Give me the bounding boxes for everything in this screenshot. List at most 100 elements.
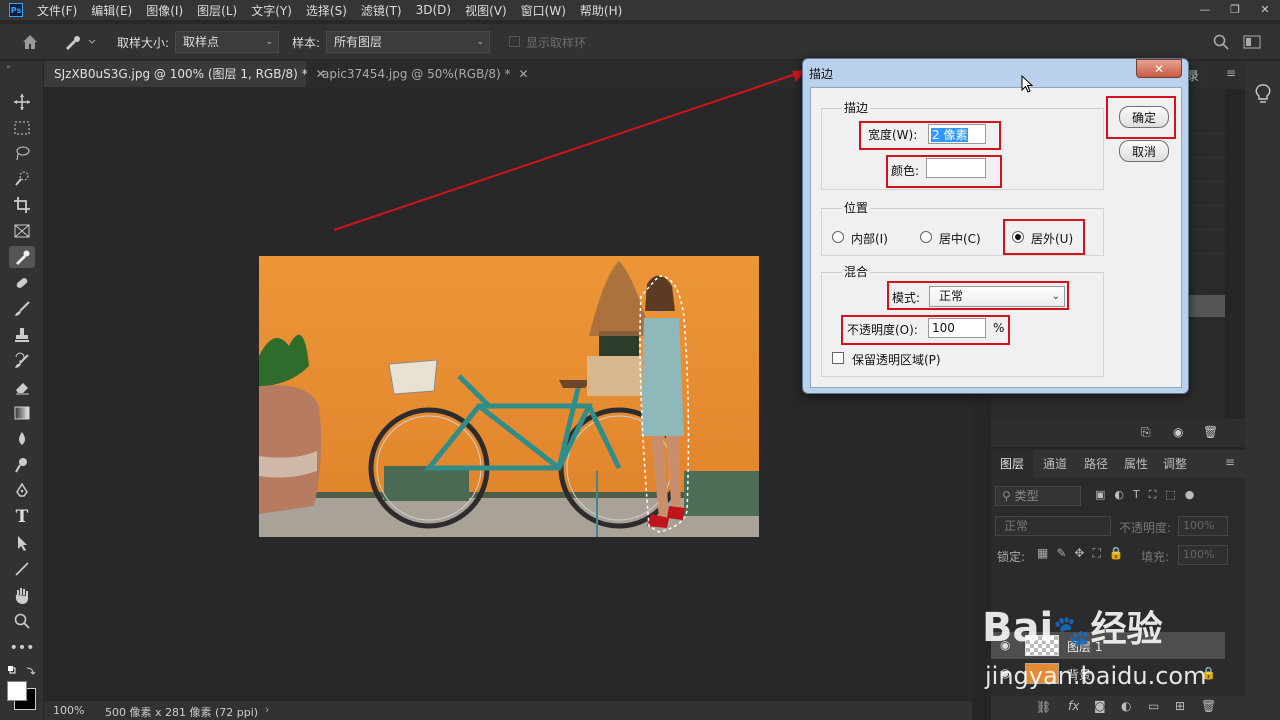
pen-tool-icon[interactable] bbox=[9, 480, 35, 502]
new-layer-icon[interactable]: ⊞ bbox=[1175, 699, 1185, 713]
preserve-transparency-checkbox[interactable] bbox=[832, 352, 844, 364]
opacity-label: 不透明度(O): bbox=[847, 323, 918, 337]
close-window-icon[interactable]: ✕ bbox=[1250, 0, 1280, 18]
foreground-color-swatch[interactable] bbox=[7, 681, 27, 701]
sample-select[interactable]: 所有图层 ⌄ bbox=[326, 31, 490, 53]
menu-layer[interactable]: 图层(L) bbox=[197, 2, 237, 19]
color-swatch[interactable] bbox=[926, 158, 986, 178]
eyedropper-preset-icon[interactable] bbox=[62, 32, 98, 52]
panel-menu-icon[interactable]: ≡ bbox=[1226, 66, 1236, 80]
width-input[interactable]: 2 像素 bbox=[928, 124, 986, 144]
radio-inside-label[interactable]: 内部(I) bbox=[851, 230, 888, 247]
opacity-input[interactable]: 100 bbox=[928, 318, 986, 338]
menu-3d[interactable]: 3D(D) bbox=[416, 3, 451, 17]
hand-tool-icon[interactable] bbox=[9, 584, 35, 606]
radio-inside[interactable] bbox=[832, 231, 844, 243]
trash-icon[interactable]: 🗑 bbox=[1201, 699, 1216, 713]
zoom-tool-icon[interactable] bbox=[9, 610, 35, 632]
ok-button[interactable]: 确定 bbox=[1119, 106, 1169, 128]
window-controls: — ❐ ✕ bbox=[1190, 0, 1280, 20]
dodge-tool-icon[interactable] bbox=[9, 454, 35, 476]
sample-size-select[interactable]: 取样点 ⌄ bbox=[175, 31, 279, 53]
frame-tool-icon[interactable] bbox=[9, 220, 35, 242]
new-snapshot-icon[interactable]: ⎘ bbox=[1141, 425, 1151, 440]
layer-filter-select[interactable]: ⚲ 类型 bbox=[995, 486, 1081, 506]
quick-select-tool-icon[interactable] bbox=[9, 168, 35, 190]
collapse-toolbar-icon[interactable]: » bbox=[6, 62, 36, 71]
marquee-tool-icon[interactable] bbox=[9, 117, 35, 139]
mask-icon[interactable]: ◙ bbox=[1094, 699, 1106, 713]
swap-colors-icon[interactable] bbox=[7, 665, 37, 677]
tab-paths[interactable]: 路径 bbox=[1084, 450, 1108, 478]
radio-center-label[interactable]: 居中(C) bbox=[939, 230, 981, 247]
show-ring-checkbox[interactable] bbox=[509, 36, 520, 47]
photoshop-logo: Ps bbox=[9, 3, 23, 17]
eyedropper-tool-icon[interactable] bbox=[9, 246, 35, 268]
menu-edit[interactable]: 编辑(E) bbox=[91, 2, 132, 19]
trash-icon[interactable]: 🗑 bbox=[1203, 425, 1218, 439]
menu-select[interactable]: 选择(S) bbox=[306, 2, 347, 19]
camera-icon[interactable]: ◉ bbox=[1173, 425, 1183, 439]
zoom-level[interactable]: 100% bbox=[53, 704, 84, 717]
dialog-title: 描边 bbox=[809, 67, 834, 81]
tab-adjustments[interactable]: 调整 bbox=[1163, 450, 1187, 478]
layer-opacity-input[interactable]: 100% bbox=[1178, 516, 1228, 536]
menu-help[interactable]: 帮助(H) bbox=[580, 2, 622, 19]
menu-type[interactable]: 文字(Y) bbox=[251, 2, 292, 19]
type-tool-icon[interactable]: T bbox=[9, 506, 35, 528]
preserve-transparency-label[interactable]: 保留透明区域(P) bbox=[852, 351, 941, 368]
menu-file[interactable]: 文件(F) bbox=[37, 2, 77, 19]
close-icon[interactable]: ✕ bbox=[1136, 59, 1182, 78]
radio-outside-label[interactable]: 居外(U) bbox=[1031, 230, 1073, 247]
search-icon[interactable] bbox=[1212, 33, 1230, 51]
document-size: 500 像素 x 281 像素 (72 ppi) bbox=[105, 706, 259, 719]
line-tool-icon[interactable] bbox=[9, 558, 35, 580]
more-tools-icon[interactable]: ••• bbox=[9, 637, 35, 659]
home-icon[interactable] bbox=[20, 32, 40, 52]
lasso-tool-icon[interactable] bbox=[9, 142, 35, 164]
gradient-tool-icon[interactable] bbox=[9, 402, 35, 424]
healing-brush-tool-icon[interactable] bbox=[9, 272, 35, 294]
blur-tool-icon[interactable] bbox=[9, 428, 35, 450]
fx-icon[interactable]: fx bbox=[1068, 699, 1079, 713]
crop-tool-icon[interactable] bbox=[9, 194, 35, 216]
maximize-icon[interactable]: ❐ bbox=[1220, 0, 1250, 18]
lock-icons[interactable]: ▦✎✥⛶🔒 bbox=[1037, 546, 1137, 562]
menu-window[interactable]: 窗口(W) bbox=[521, 2, 566, 19]
watermark-suffix: 经验 bbox=[1090, 609, 1163, 650]
folder-icon[interactable]: ▭ bbox=[1148, 699, 1159, 713]
sample-size-value: 取样点 bbox=[183, 35, 220, 49]
mode-select[interactable]: 正常 ⌄ bbox=[929, 286, 1065, 307]
options-bar: 取样大小: 取样点 ⌄ 样本: 所有图层 ⌄ 显示取样环 bbox=[0, 24, 1280, 60]
minimize-icon[interactable]: — bbox=[1190, 0, 1220, 18]
stamp-tool-icon[interactable] bbox=[9, 324, 35, 346]
width-label: 宽度(W): bbox=[868, 128, 918, 142]
menu-image[interactable]: 图像(I) bbox=[146, 2, 183, 19]
brush-tool-icon[interactable] bbox=[9, 298, 35, 320]
move-tool-icon[interactable] bbox=[9, 91, 35, 113]
link-layers-icon[interactable]: ⛓ bbox=[1036, 700, 1051, 714]
history-brush-tool-icon[interactable] bbox=[9, 350, 35, 372]
tab-properties[interactable]: 属性 bbox=[1124, 450, 1148, 478]
document-image[interactable] bbox=[259, 256, 759, 537]
workspace-icon[interactable] bbox=[1243, 34, 1261, 50]
layer-filter-icons[interactable]: ▣◐T⛶⬚● bbox=[1095, 488, 1235, 504]
fill-input[interactable]: 100% bbox=[1178, 545, 1228, 565]
cancel-button[interactable]: 取消 bbox=[1119, 140, 1169, 162]
chevron-right-icon[interactable]: › bbox=[265, 703, 269, 716]
radio-center[interactable] bbox=[920, 231, 932, 243]
tab-layers[interactable]: 图层 bbox=[991, 450, 1033, 478]
tab-document-1[interactable]: SJzXB0uS3G.jpg @ 100% (图层 1, RGB/8) * ✕ bbox=[44, 61, 326, 87]
lightbulb-icon[interactable] bbox=[1254, 83, 1272, 105]
tab-channels[interactable]: 通道 bbox=[1043, 450, 1067, 478]
width-value: 2 像素 bbox=[931, 128, 969, 142]
radio-outside[interactable] bbox=[1012, 231, 1024, 243]
adjustment-icon[interactable]: ◐ bbox=[1121, 699, 1131, 713]
menu-view[interactable]: 视图(V) bbox=[465, 2, 507, 19]
eraser-tool-icon[interactable] bbox=[9, 376, 35, 398]
layers-panel-tabs: 图层 通道 路径 属性 调整 ≡ bbox=[991, 450, 1245, 478]
panel-menu-icon[interactable]: ≡ bbox=[1225, 455, 1235, 469]
path-select-tool-icon[interactable] bbox=[9, 532, 35, 554]
blend-mode-select[interactable]: 正常 bbox=[995, 516, 1111, 536]
menu-filter[interactable]: 滤镜(T) bbox=[361, 2, 402, 19]
